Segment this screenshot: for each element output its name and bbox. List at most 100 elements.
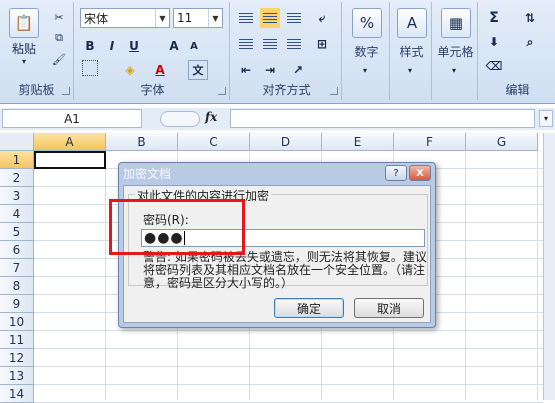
formula-bar: A1 fx ▾ <box>0 108 555 130</box>
column-header-e[interactable]: E <box>322 133 394 151</box>
find-select-icon[interactable]: ⌕ <box>520 32 540 52</box>
chevron-down-icon: ▾ <box>363 66 368 75</box>
font-launcher-icon[interactable] <box>218 87 226 95</box>
row-header-1[interactable]: 1 <box>0 151 34 169</box>
styles-group[interactable]: A 样式 ▾ <box>392 2 432 100</box>
paste-label: 粘贴 <box>11 42 36 56</box>
dialog-title: 加密文档 <box>123 167 172 181</box>
alignment-group-label: 对齐方式 <box>262 83 311 97</box>
italic-button[interactable]: I <box>102 36 122 56</box>
chevron-down-icon: ▼ <box>155 9 169 27</box>
fill-icon[interactable]: ⬇ <box>484 32 504 52</box>
help-button[interactable]: ? <box>385 165 407 181</box>
chevron-down-icon: ▾ <box>452 66 457 75</box>
clipboard-launcher-icon[interactable] <box>62 87 70 95</box>
copy-icon[interactable]: ⧉ <box>50 29 68 47</box>
vertical-scrollbar[interactable] <box>543 133 555 400</box>
paste-button[interactable]: 📋 粘贴 ▾ <box>6 8 42 66</box>
styles-icon: A <box>397 8 427 38</box>
formula-bar-divider-handle[interactable] <box>160 111 200 127</box>
row-gridline <box>34 384 543 385</box>
sort-filter-icon[interactable]: ⇅ <box>520 8 540 28</box>
row-gridline <box>34 366 543 367</box>
row-header-14[interactable]: 14 <box>0 385 34 403</box>
phonetic-button[interactable]: 文 <box>188 60 208 80</box>
column-header-b[interactable]: B <box>106 133 178 151</box>
fill-color-icon[interactable]: ◈ <box>120 60 140 80</box>
align-left-icon[interactable] <box>236 34 256 54</box>
shrink-font-button[interactable]: A <box>184 36 204 56</box>
row-header-11[interactable]: 11 <box>0 331 34 349</box>
orientation-icon[interactable]: ↗ <box>288 60 308 80</box>
font-size-value: 11 <box>177 11 193 25</box>
row-gridline <box>34 330 543 331</box>
column-header-f[interactable]: F <box>394 133 466 151</box>
clipboard-icon: 📋 <box>9 8 39 38</box>
row-header-6[interactable]: 6 <box>0 241 34 259</box>
row-header-4[interactable]: 4 <box>0 205 34 223</box>
warning-text: 警告: 如果密码被丢失或遗忘，则无法将其恢复。建议将密码列表及其相应文档名放在一… <box>143 250 427 290</box>
editing-group: Σ ⇅ ⬇ ⌕ ⌫ 编辑 <box>480 2 555 100</box>
alignment-launcher-icon[interactable] <box>330 87 338 95</box>
merge-center-icon[interactable]: ⊞ <box>312 34 332 54</box>
column-header-d[interactable]: D <box>250 133 322 151</box>
cells-button[interactable]: ▦ <box>438 8 474 40</box>
font-name-select[interactable]: 宋体 ▼ <box>80 8 170 28</box>
number-group[interactable]: % 数字 ▾ <box>344 2 390 100</box>
expand-formula-bar-icon[interactable]: ▾ <box>539 110 553 127</box>
row-header-8[interactable]: 8 <box>0 277 34 295</box>
red-highlight-box <box>109 199 245 255</box>
row-header-12[interactable]: 12 <box>0 349 34 367</box>
decrease-indent-icon[interactable]: ⇤ <box>236 60 256 80</box>
row-header-13[interactable]: 13 <box>0 367 34 385</box>
font-size-select[interactable]: 11 ▼ <box>173 8 223 28</box>
close-button[interactable]: X <box>409 165 431 181</box>
align-bottom-icon[interactable] <box>284 8 304 28</box>
select-all-corner[interactable] <box>0 133 34 151</box>
bold-button[interactable]: B <box>80 36 100 56</box>
cancel-button[interactable]: 取消 <box>354 298 424 318</box>
chevron-down-icon: ▾ <box>408 66 413 75</box>
column-header-a[interactable]: A <box>34 133 106 151</box>
border-icon[interactable] <box>82 60 98 76</box>
font-name-value: 宋体 <box>84 11 109 26</box>
row-gridline <box>34 348 543 349</box>
row-header-5[interactable]: 5 <box>0 223 34 241</box>
row-header-2[interactable]: 2 <box>0 169 34 187</box>
editing-group-label: 编辑 <box>505 83 530 97</box>
alignment-group: ⤶ ⊞ ⇤ ⇥ ↗ 对齐方式 <box>232 2 342 100</box>
align-top-icon[interactable] <box>236 8 256 28</box>
autosum-button[interactable]: Σ <box>484 8 504 28</box>
format-painter-icon[interactable]: 🖌 <box>50 50 68 68</box>
ribbon: 📋 粘贴 ▾ ✂ ⧉ 🖌 剪贴板 宋体 ▼ 11 ▼ B I U A A ◈ A… <box>0 0 555 104</box>
cells-group[interactable]: ▦ 单元格 ▾ <box>434 2 478 100</box>
styles-button[interactable]: A <box>396 8 428 40</box>
active-cell[interactable] <box>34 151 106 169</box>
cells-group-label: 单元格 <box>437 45 474 59</box>
align-center-icon[interactable] <box>260 34 280 54</box>
clear-icon[interactable]: ⌫ <box>484 56 504 76</box>
row-header-7[interactable]: 7 <box>0 259 34 277</box>
wrap-text-icon[interactable]: ⤶ <box>312 8 332 28</box>
cells-icon: ▦ <box>441 8 471 38</box>
ok-button[interactable]: 确定 <box>274 298 344 318</box>
align-middle-icon[interactable] <box>260 8 280 28</box>
number-group-label: 数字 <box>354 45 379 59</box>
grow-font-button[interactable]: A <box>164 36 184 56</box>
row-header-9[interactable]: 9 <box>0 295 34 313</box>
increase-indent-icon[interactable]: ⇥ <box>260 60 280 80</box>
column-header-g[interactable]: G <box>466 133 538 151</box>
align-right-icon[interactable] <box>284 34 304 54</box>
formula-input[interactable] <box>230 109 535 128</box>
font-color-button[interactable]: A <box>150 60 170 80</box>
underline-button[interactable]: U <box>124 36 144 56</box>
chevron-down-icon: ▼ <box>208 9 222 27</box>
row-header-3[interactable]: 3 <box>0 187 34 205</box>
cut-icon[interactable]: ✂ <box>50 8 68 26</box>
number-format-button[interactable]: % <box>348 8 386 40</box>
column-header-c[interactable]: C <box>178 133 250 151</box>
name-box[interactable]: A1 <box>2 109 142 128</box>
fx-icon[interactable]: fx <box>205 110 217 124</box>
row-header-10[interactable]: 10 <box>0 313 34 331</box>
percent-icon: % <box>352 8 382 38</box>
